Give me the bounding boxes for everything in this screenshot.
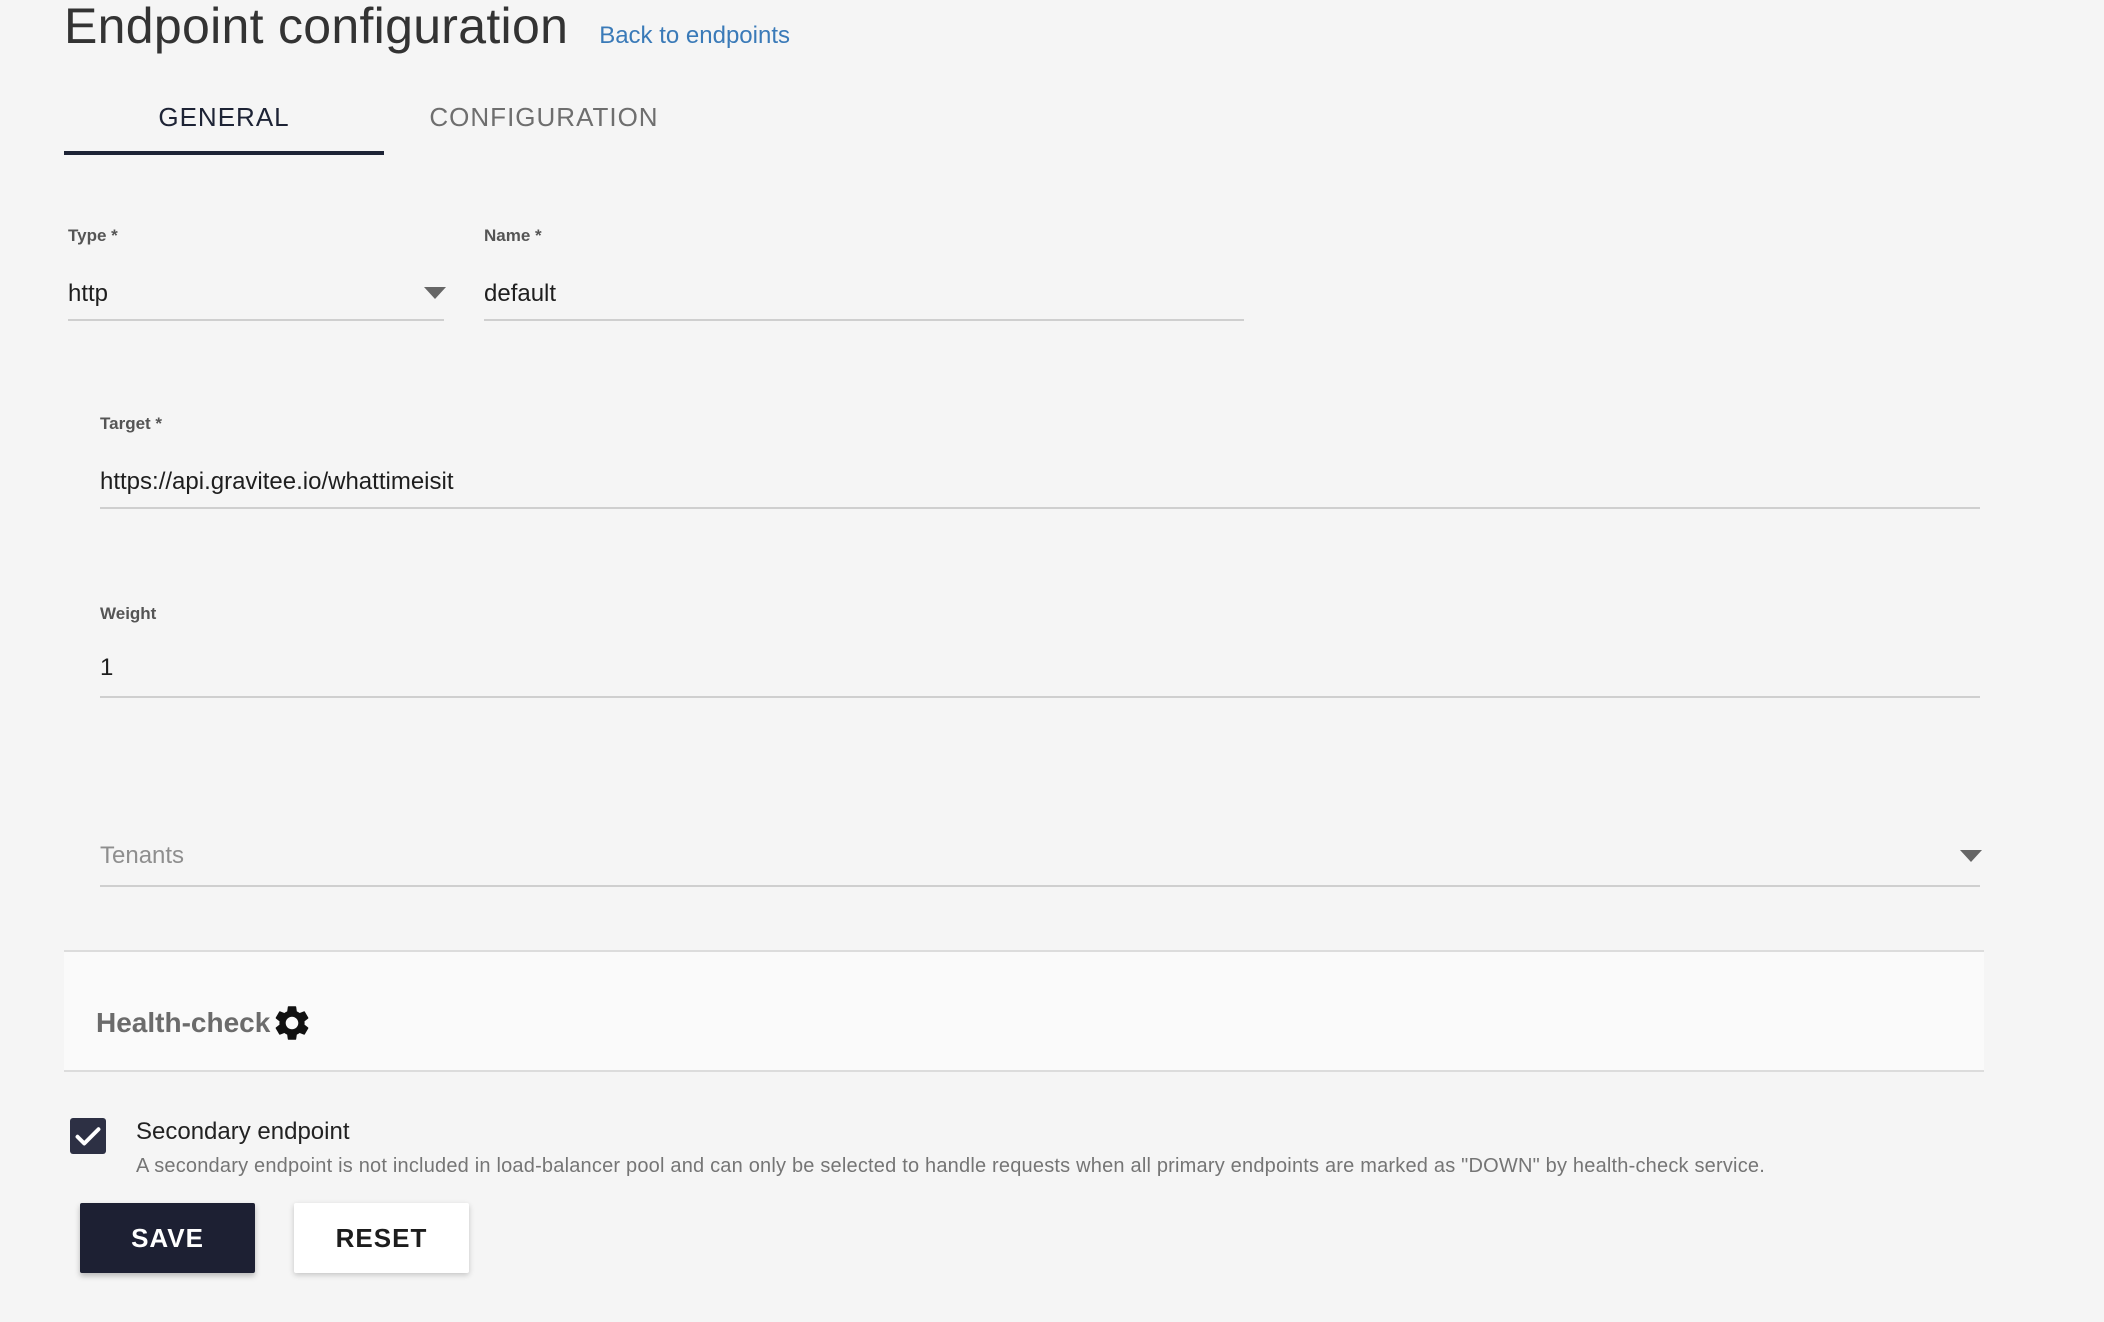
secondary-endpoint-label: Secondary endpoint	[136, 1118, 350, 1145]
target-label: Target *	[100, 414, 163, 433]
chevron-down-icon	[424, 287, 446, 299]
tenants-select[interactable]: Tenants	[100, 840, 1982, 888]
check-icon	[75, 1127, 101, 1146]
page-header: Endpoint configuration Back to endpoints	[64, 0, 790, 60]
target-value: https://api.gravitee.io/whattimeisit	[100, 468, 454, 495]
tab-bar: GENERAL CONFIGURATION	[64, 80, 704, 155]
type-value: http	[68, 280, 109, 307]
tenants-placeholder: Tenants	[100, 842, 185, 869]
name-field[interactable]: Name * default	[484, 226, 1244, 322]
target-field[interactable]: Target * https://api.gravitee.io/whattim…	[100, 414, 1980, 510]
secondary-endpoint-checkbox[interactable]	[70, 1118, 106, 1154]
type-underline	[68, 319, 444, 321]
tab-configuration[interactable]: CONFIGURATION	[384, 80, 704, 155]
health-check-title: Health-check	[96, 1007, 271, 1038]
weight-value: 1	[100, 654, 114, 681]
page-title: Endpoint configuration	[64, 0, 569, 54]
name-underline	[484, 319, 1244, 321]
chevron-down-icon	[1960, 850, 1982, 862]
target-underline	[100, 507, 1980, 509]
weight-underline	[100, 696, 1980, 698]
tenants-underline	[100, 885, 1980, 887]
name-value: default	[484, 280, 557, 307]
secondary-endpoint-help: A secondary endpoint is not included in …	[136, 1155, 1765, 1177]
type-label: Type *	[68, 226, 118, 245]
back-to-endpoints-link[interactable]: Back to endpoints	[599, 22, 790, 50]
name-label: Name *	[484, 226, 542, 245]
save-button[interactable]: SAVE	[80, 1203, 255, 1273]
weight-field[interactable]: Weight 1	[100, 604, 1980, 700]
weight-label: Weight	[100, 604, 157, 623]
health-check-panel[interactable]: Health-check	[64, 950, 1984, 1072]
type-select[interactable]: Type * http	[68, 226, 446, 322]
reset-button[interactable]: RESET	[294, 1203, 469, 1273]
tab-general[interactable]: GENERAL	[64, 80, 384, 155]
gear-icon[interactable]	[271, 1002, 313, 1044]
